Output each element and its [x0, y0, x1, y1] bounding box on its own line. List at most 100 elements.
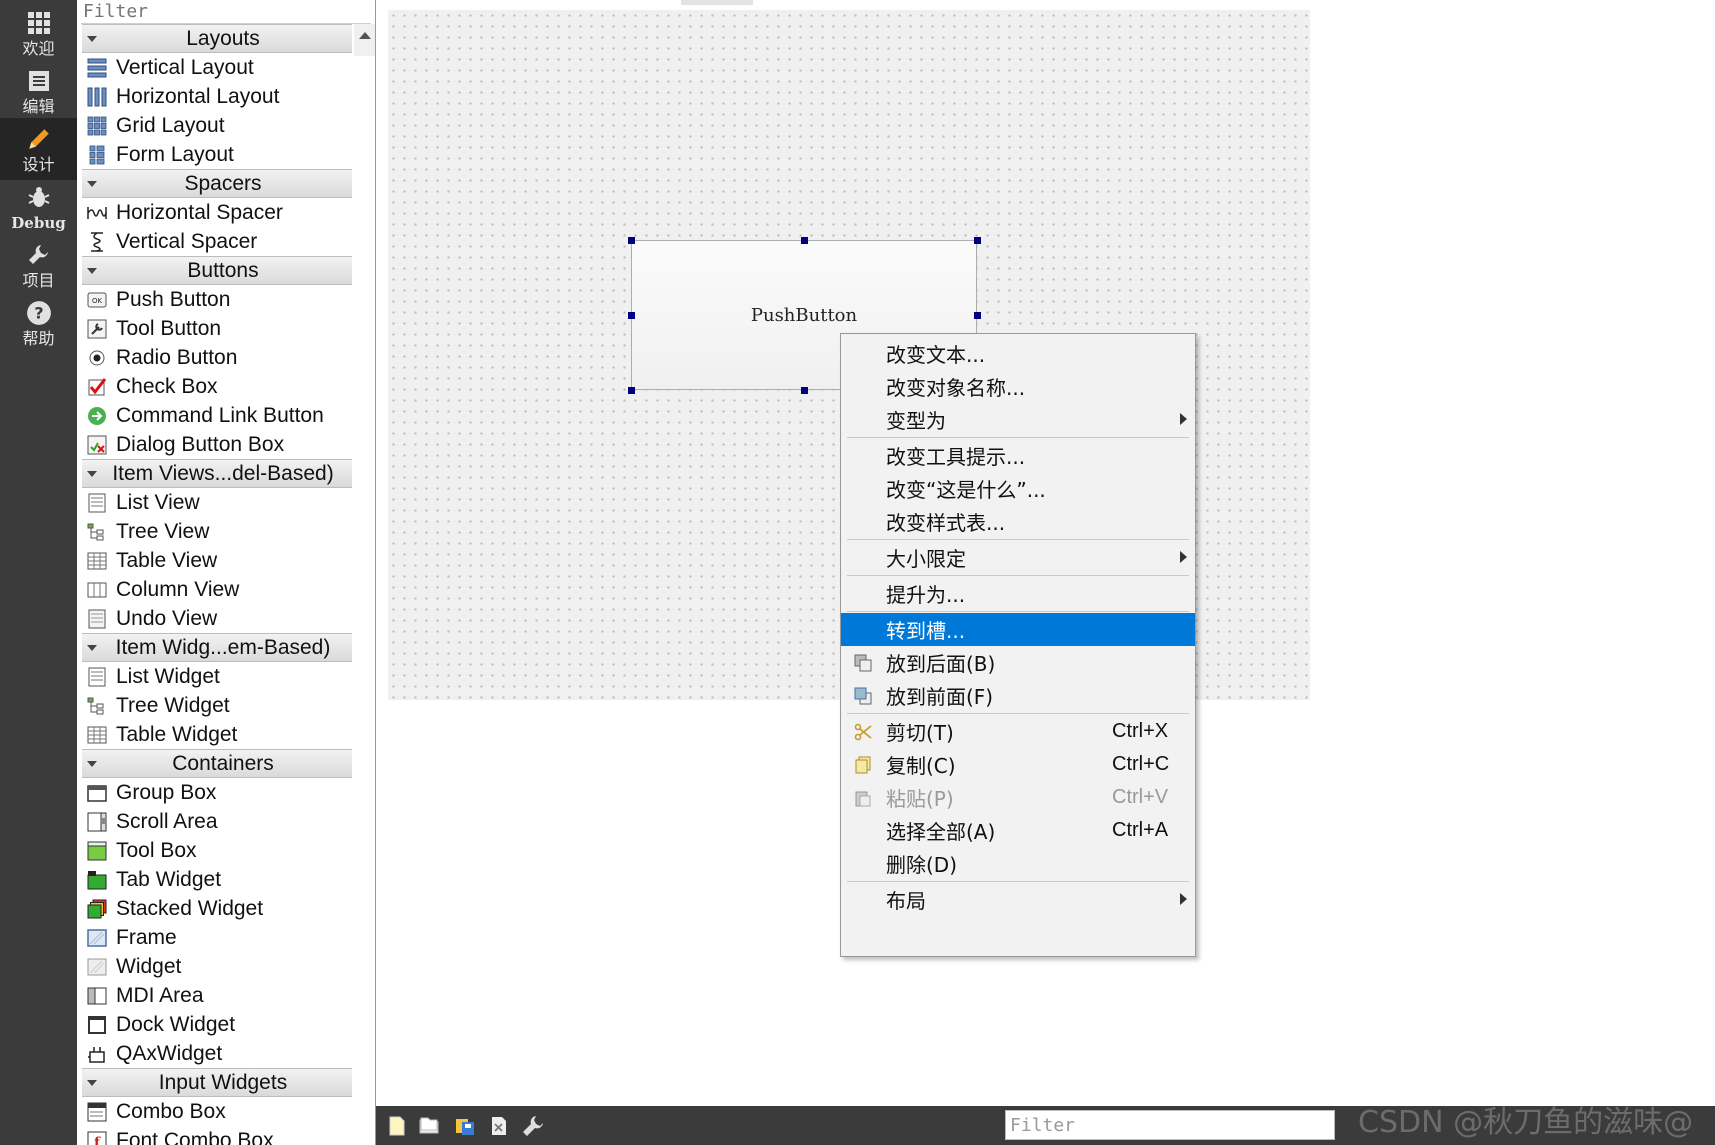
category-header[interactable]: Spacers	[82, 169, 352, 198]
mode-bug-button[interactable]: Debug	[0, 176, 77, 238]
context-menu-item[interactable]: 选择全部(A) Ctrl+A	[841, 814, 1195, 847]
context-menu-item[interactable]: 改变对象名称...	[841, 370, 1195, 403]
widget-item[interactable]: Column View	[82, 575, 352, 604]
context-menu-item[interactable]: 放到后面(B)	[841, 646, 1195, 679]
widget-item[interactable]: Undo View	[82, 604, 352, 633]
mode-help-button[interactable]: ? 帮助	[0, 292, 77, 354]
context-menu-item[interactable]: 删除(D)	[841, 847, 1195, 880]
widget-item[interactable]: Command Link Button	[82, 401, 352, 430]
widget-item[interactable]: List Widget	[82, 662, 352, 691]
expand-arrow-icon[interactable]	[87, 471, 97, 477]
context-menu-item[interactable]: 提升为...	[841, 577, 1195, 610]
expand-arrow-icon[interactable]	[87, 268, 97, 274]
context-menu-item[interactable]: 复制(C) Ctrl+C	[841, 748, 1195, 781]
close-icon[interactable]	[488, 1115, 510, 1137]
resize-handle-tm[interactable]	[801, 237, 808, 244]
widget-item[interactable]: Check Box	[82, 372, 352, 401]
widget-item[interactable]: Grid Layout	[82, 111, 352, 140]
context-menu-item[interactable]: 改变“这是什么”...	[841, 472, 1195, 505]
widget-box-scrollbar[interactable]	[354, 24, 375, 1056]
check-box-icon	[86, 376, 108, 398]
widget-item[interactable]: Horizontal Spacer	[82, 198, 352, 227]
widget-item[interactable]: Tree View	[82, 517, 352, 546]
widget-item[interactable]: Radio Button	[82, 343, 352, 372]
widget-item-label: Dock Widget	[116, 1012, 236, 1036]
context-menu-item[interactable]: 改变文本...	[841, 337, 1195, 370]
widget-item[interactable]: Tool Button	[82, 314, 352, 343]
widget-item[interactable]: Vertical Layout	[82, 53, 352, 82]
widget-item[interactable]: Vertical Spacer	[82, 227, 352, 256]
widget-item[interactable]: f Font Combo Box	[82, 1126, 352, 1145]
expand-arrow-icon[interactable]	[87, 181, 97, 187]
widget-item[interactable]: Table Widget	[82, 720, 352, 749]
expand-arrow-icon[interactable]	[87, 761, 97, 767]
context-menu-item[interactable]: 布局	[841, 883, 1195, 916]
context-menu-item[interactable]: 改变工具提示...	[841, 439, 1195, 472]
widget-item[interactable]: Combo Box	[82, 1097, 352, 1126]
widget-item[interactable]: Widget	[82, 952, 352, 981]
category-header[interactable]: Layouts	[82, 24, 352, 53]
context-menu-item[interactable]: 改变样式表...	[841, 505, 1195, 538]
widget-item-label: Tree Widget	[116, 693, 230, 717]
scrollbar-thumb[interactable]	[354, 56, 375, 1056]
widget-item[interactable]: Horizontal Layout	[82, 82, 352, 111]
mode-grid-button[interactable]: 欢迎	[0, 2, 77, 64]
category-header[interactable]: Buttons	[82, 256, 352, 285]
widget-item-label: Vertical Spacer	[116, 229, 258, 253]
context-menu-item[interactable]: 剪切(T) Ctrl+X	[841, 715, 1195, 748]
scroll-up-arrow-icon[interactable]	[359, 32, 371, 39]
bottom-filter-input[interactable]: Filter	[1005, 1110, 1335, 1140]
context-menu-item[interactable]: 大小限定	[841, 541, 1195, 574]
resize-handle-bm[interactable]	[801, 387, 808, 394]
category-header[interactable]: Item Views...del-Based)	[82, 459, 352, 488]
resize-handle-bl[interactable]	[628, 387, 635, 394]
expand-arrow-icon[interactable]	[87, 645, 97, 651]
widget-item[interactable]: Tree Widget	[82, 691, 352, 720]
widget-item[interactable]: List View	[82, 488, 352, 517]
vertical-layout-icon	[86, 57, 108, 79]
save-icon[interactable]	[454, 1115, 476, 1137]
widget-item[interactable]: Form Layout	[82, 140, 352, 169]
widget-item[interactable]: MDI Area	[82, 981, 352, 1010]
widget-item-label: Push Button	[116, 287, 231, 311]
widget-item[interactable]: Table View	[82, 546, 352, 575]
widget-item[interactable]: Scroll Area	[82, 807, 352, 836]
widget-item[interactable]: Group Box	[82, 778, 352, 807]
resize-handle-tl[interactable]	[628, 237, 635, 244]
widget-item-label: Form Layout	[116, 142, 234, 166]
widget-item[interactable]: Stacked Widget	[82, 894, 352, 923]
widget-item[interactable]: Tool Box	[82, 836, 352, 865]
widget-item[interactable]: Frame	[82, 923, 352, 952]
widget-item[interactable]: QAxWidget	[82, 1039, 352, 1068]
qaxwidget-icon	[86, 1043, 108, 1065]
context-menu-item[interactable]: 转到槽...	[841, 613, 1195, 646]
context-menu-item[interactable]: 放到前面(F)	[841, 679, 1195, 712]
widget-item-label: Dialog Button Box	[116, 432, 285, 456]
mode-wrench-button[interactable]: 项目	[0, 234, 77, 296]
expand-arrow-icon[interactable]	[87, 36, 97, 42]
category-header[interactable]: Input Widgets	[82, 1068, 352, 1097]
context-menu-item[interactable]: 变型为	[841, 403, 1195, 436]
category-header[interactable]: Containers	[82, 749, 352, 778]
new-file-icon[interactable]	[386, 1115, 408, 1137]
mode-document-button[interactable]: 编辑	[0, 60, 77, 122]
widget-item[interactable]: Tab Widget	[82, 865, 352, 894]
resize-handle-mr[interactable]	[974, 312, 981, 319]
expand-arrow-icon[interactable]	[87, 1080, 97, 1086]
resize-handle-tr[interactable]	[974, 237, 981, 244]
widget-item-label: Horizontal Layout	[116, 84, 280, 108]
widget-list: Layouts Vertical Layout Horizontal Layout G…	[82, 24, 352, 1145]
widget-item[interactable]: Dialog Button Box	[82, 430, 352, 459]
widget-filter-input[interactable]	[81, 0, 371, 24]
menu-item-label: 改变样式表...	[886, 511, 1006, 535]
tools-icon[interactable]	[522, 1115, 544, 1137]
widget-item[interactable]: Dock Widget	[82, 1010, 352, 1039]
widget-item[interactable]: OK Push Button	[82, 285, 352, 314]
menu-item-label: 粘贴(P)	[886, 787, 954, 811]
menu-item-label: 改变对象名称...	[886, 376, 1026, 400]
resize-handle-ml[interactable]	[628, 312, 635, 319]
open-file-icon[interactable]	[418, 1115, 440, 1137]
mode-pencil-button[interactable]: 设计	[0, 118, 77, 180]
mode-label: 欢迎	[22, 39, 55, 58]
category-header[interactable]: Item Widg...em-Based)	[82, 633, 352, 662]
